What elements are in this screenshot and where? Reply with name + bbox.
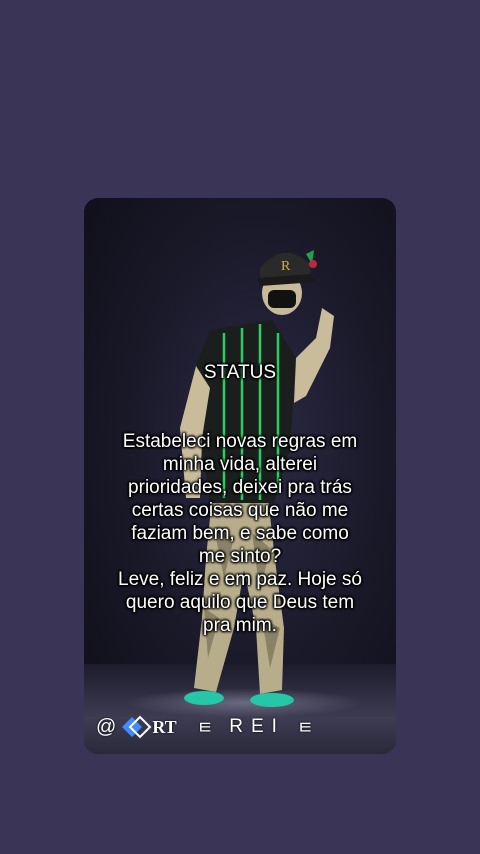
svg-text:R: R xyxy=(281,259,291,274)
watermark-symbol-right: ㅌ xyxy=(296,718,314,738)
caption-title: STATUS xyxy=(203,362,277,383)
watermark-symbol-left: ㅌ xyxy=(196,718,214,738)
diamond-logo-icon xyxy=(122,715,152,739)
watermark: @ RT ㅌ REI ㅌ xyxy=(96,712,330,742)
story-caption: STATUS Estabeleci novas regras em minha … xyxy=(94,338,386,637)
story-card[interactable]: R STATUS Estabeleci novas regras em minh… xyxy=(84,198,396,754)
watermark-brand: RT xyxy=(152,716,177,737)
screen: R STATUS Estabeleci novas regras em minh… xyxy=(0,0,480,854)
caption-body: Estabeleci novas regras em minha vida, a… xyxy=(118,431,362,636)
watermark-name: REI xyxy=(229,716,285,737)
watermark-at: @ xyxy=(96,715,117,738)
